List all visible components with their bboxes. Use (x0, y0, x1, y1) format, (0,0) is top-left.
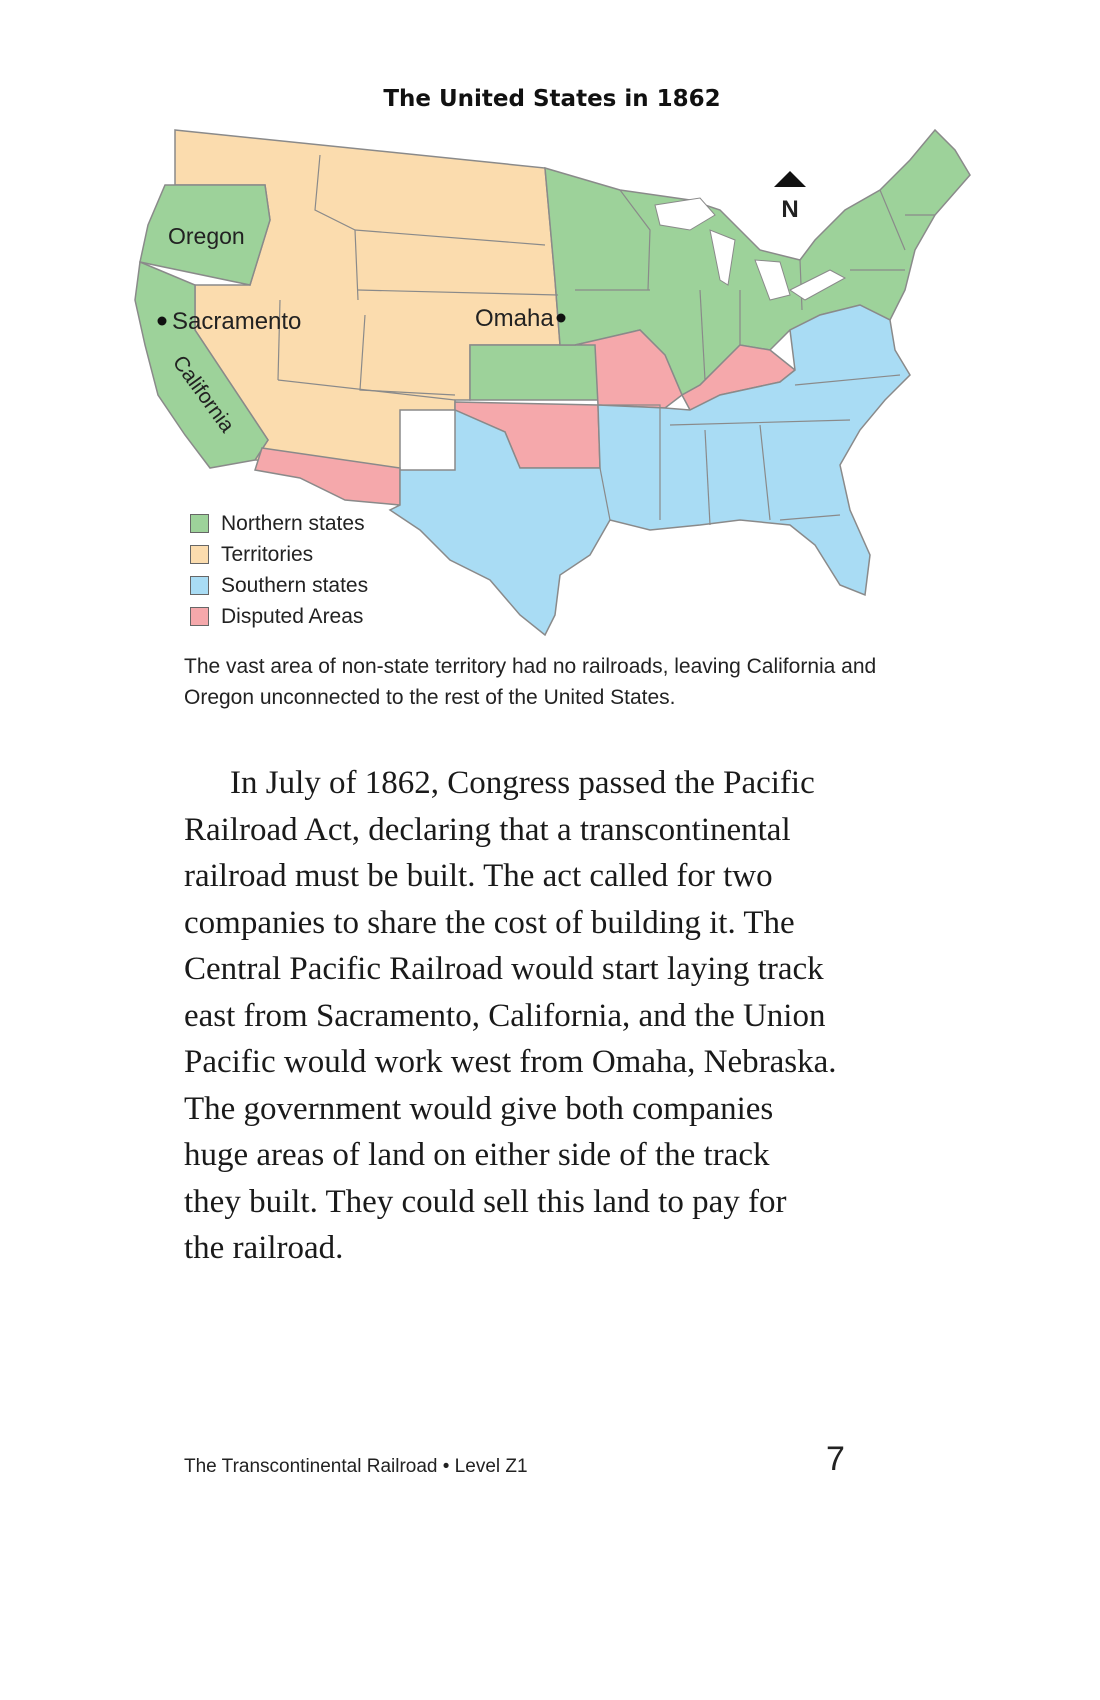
legend-swatch (190, 576, 209, 595)
us-1862-map: N Oregon Sacramento California Omaha (134, 128, 971, 637)
legend-swatch (190, 545, 209, 564)
legend-item: Disputed Areas (190, 601, 368, 632)
body-line: Central Pacific Railroad would start lay… (184, 951, 824, 987)
body-line: east from Sacramento, California, and th… (184, 997, 826, 1034)
legend-item: Northern states (190, 508, 368, 539)
body-line: railroad must be built. The act called f… (184, 858, 773, 894)
caption-line: Oregon unconnected to the rest of the Un… (184, 686, 676, 709)
legend-item: Territories (190, 539, 368, 570)
kansas-region (469, 339, 599, 401)
legend-label: Disputed Areas (221, 604, 364, 628)
body-line: The government would give both companies (184, 1090, 774, 1127)
map-title: The United States in 1862 (383, 86, 721, 112)
body-line: In July of 1862, Congress passed the Pac… (230, 765, 815, 801)
north-arrow-icon (774, 171, 806, 187)
body-line: Railroad Act, declaring that a transcont… (184, 811, 791, 848)
legend-swatch (190, 607, 209, 626)
sacramento-label: Sacramento (172, 308, 301, 335)
legend-label: Southern states (221, 573, 369, 597)
legend-item: Southern states (190, 570, 368, 601)
compass-north: N (774, 171, 806, 223)
footer-book-title: The Transcontinental Railroad • Level Z1 (184, 1456, 528, 1477)
north-label: N (781, 196, 798, 223)
legend-label: Territories (221, 542, 314, 566)
page-number: 7 (826, 1440, 845, 1478)
sacramento-dot (157, 316, 167, 326)
body-line: Pacific would work west from Omaha, Nebr… (184, 1044, 837, 1080)
caption-line: The vast area of non-state territory had… (184, 655, 877, 678)
omaha-dot (556, 313, 566, 323)
oregon-label: Oregon (168, 223, 245, 249)
body-line: they built. They could sell this land to… (184, 1183, 787, 1220)
legend-label: Northern states (221, 511, 365, 535)
map-caption: The vast area of non-state territory had… (184, 651, 944, 713)
map-legend: Northern states Territories Southern sta… (190, 508, 368, 632)
body-paragraph: In July of 1862, Congress passed the Pac… (184, 760, 924, 1272)
body-line: the railroad. (184, 1230, 344, 1266)
body-line: huge areas of land on either side of the… (184, 1137, 770, 1173)
body-line: companies to share the cost of building … (184, 904, 795, 941)
omaha-label: Omaha (475, 305, 554, 332)
legend-swatch (190, 514, 209, 533)
